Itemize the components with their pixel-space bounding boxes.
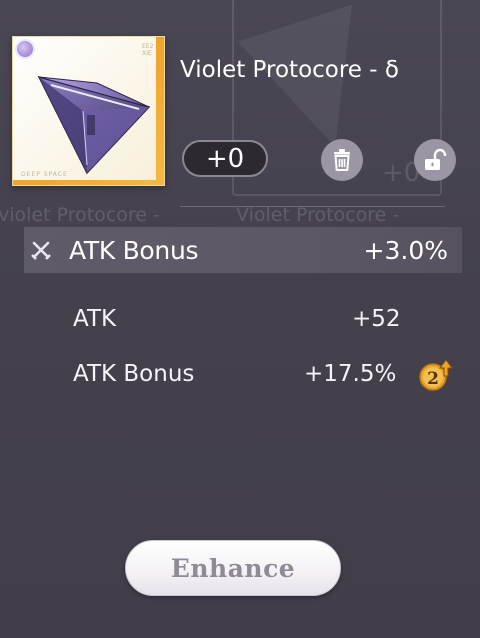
sub-stat-label: ATK (73, 306, 117, 332)
sub-stat-value: +17.5% (304, 361, 397, 387)
main-stat-value: +3.0% (363, 236, 448, 265)
sub-stat-label: ATK Bonus (73, 361, 195, 387)
main-stat-row: ATK Bonus +3.0% (24, 227, 462, 273)
item-title: Violet Protocore - δ (180, 57, 399, 83)
svg-text:2: 2 (427, 369, 439, 389)
main-stat-label: ATK Bonus (69, 236, 199, 265)
trash-icon (334, 149, 350, 171)
background-ghost-name-left: violet Protocore - (0, 204, 160, 226)
background-ghost-name-right: Violet Protocore - (236, 204, 400, 226)
upgrade-count-badge-icon: 2 (419, 359, 453, 391)
item-detail-panel: violet Protocore - Violet Protocore - +0… (0, 0, 480, 638)
card-brand: DEEP SPACE (21, 171, 68, 178)
enhance-button[interactable]: Enhance (125, 540, 341, 596)
trash-button[interactable] (321, 139, 363, 181)
header-divider (180, 206, 445, 207)
protocore-crystal-icon (37, 75, 151, 175)
card-accent-bottom (13, 180, 164, 185)
sub-stat-value: +52 (352, 306, 401, 332)
card-accent-strip (156, 37, 164, 185)
enhance-level-pill: +0 (182, 140, 268, 177)
unlock-icon (425, 148, 447, 170)
crossed-swords-icon (31, 241, 51, 260)
lock-toggle-button[interactable] (414, 139, 456, 181)
item-card[interactable]: EE2XIE DEEP SPACE (12, 36, 165, 186)
